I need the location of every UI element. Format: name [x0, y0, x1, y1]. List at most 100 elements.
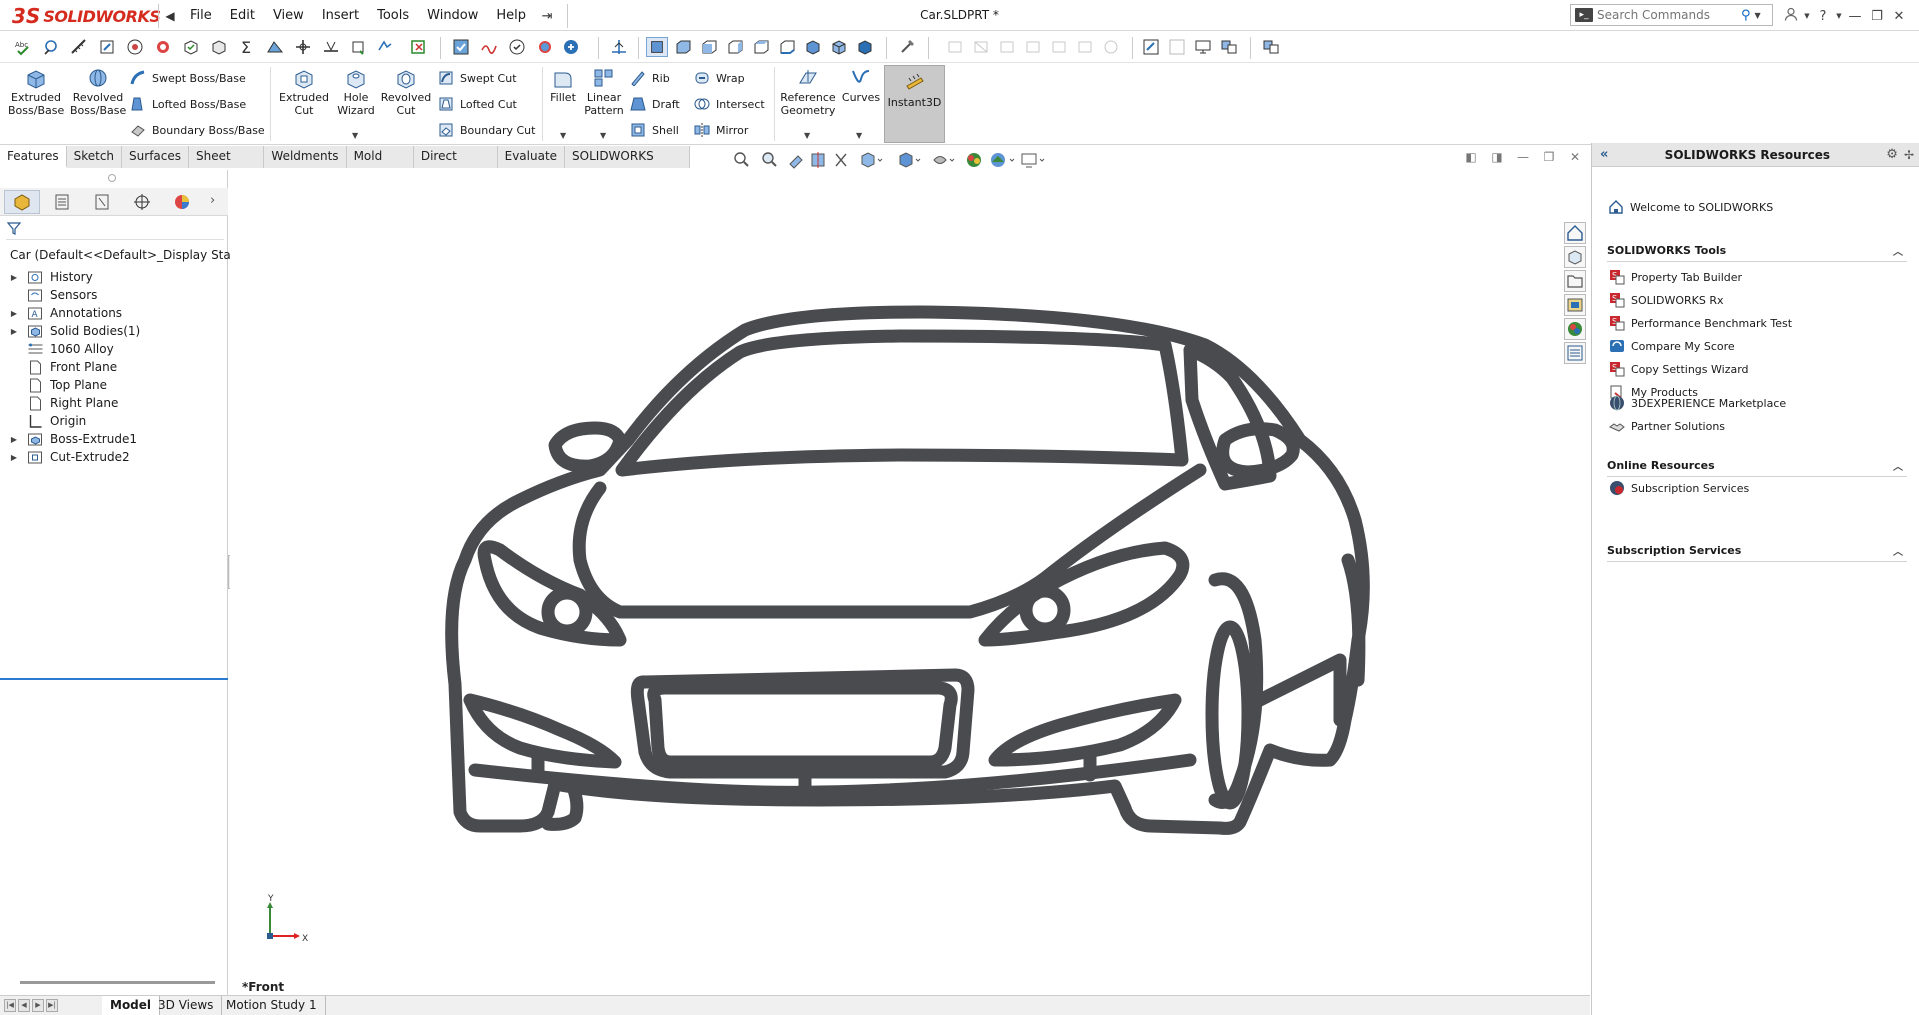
tree-root-part[interactable]: Car (Default<<Default>_Display State: [0, 244, 243, 266]
rib-button[interactable]: Rib: [630, 68, 670, 88]
view-right-icon[interactable]: [752, 38, 770, 56]
section-online-resources[interactable]: Online Resources ︿: [1607, 455, 1907, 477]
view-isometric-icon[interactable]: [830, 38, 848, 56]
lofted-boss-base-button[interactable]: Lofted Boss/Base: [130, 94, 246, 114]
graphics-area[interactable]: Y X: [230, 170, 1590, 1000]
reference-point-icon[interactable]: [610, 38, 628, 56]
revolved-cut-button[interactable]: Revolved Cut: [378, 67, 434, 117]
resource-link-3dexperience-marketplace[interactable]: 3DEXPERIENCE Marketplace: [1609, 393, 1786, 413]
tab-weldments[interactable]: Weldments: [264, 146, 347, 168]
tab-dimxpert-manager[interactable]: [124, 190, 160, 214]
settings-gear-icon[interactable]: ⚙: [1886, 147, 1898, 162]
expand-arrow-icon[interactable]: ▶: [8, 309, 20, 318]
tab-evaluate[interactable]: Evaluate: [497, 146, 566, 168]
car-model-drawing[interactable]: [230, 170, 1590, 1000]
sensor-icon[interactable]: [154, 38, 172, 56]
menu-edit[interactable]: Edit: [221, 4, 264, 28]
section-collapse-icon[interactable]: ︿: [1893, 543, 1903, 558]
next-tab-arrow-icon[interactable]: ▶: [32, 999, 44, 1012]
user-dropdown-icon[interactable]: ▼: [1802, 12, 1812, 20]
search-icon[interactable]: ⚲: [1741, 8, 1751, 23]
help-icon[interactable]: ?: [1812, 9, 1834, 24]
tab-mold-tools[interactable]: Mold Tools: [346, 146, 414, 184]
search-dropdown-icon[interactable]: ▼: [1755, 11, 1761, 20]
parting-line-analysis-icon[interactable]: [322, 38, 340, 56]
linear-pattern-button[interactable]: Linear Pattern: [584, 67, 624, 117]
undercut-analysis-icon[interactable]: [294, 38, 312, 56]
zebra-stripes-icon[interactable]: [508, 38, 526, 56]
display-screen-icon[interactable]: [1194, 38, 1212, 56]
deviation-analysis-icon[interactable]: [480, 38, 498, 56]
document-minimize-icon[interactable]: —: [1510, 150, 1536, 164]
edit-appearance-icon[interactable]: [967, 153, 981, 167]
thickness-analysis-icon[interactable]: [376, 38, 394, 56]
compare-documents-icon[interactable]: [410, 38, 428, 56]
tab-custom-properties[interactable]: [1564, 342, 1586, 364]
extruded-cut-button[interactable]: Extruded Cut: [276, 67, 332, 117]
menu-view[interactable]: View: [264, 4, 313, 28]
arrange-icon[interactable]: [1236, 38, 1254, 56]
pin-panel-icon[interactable]: ✢: [1904, 148, 1914, 162]
reference-geometry-button[interactable]: Reference Geometry: [778, 67, 838, 117]
tab-features[interactable]: Features: [0, 146, 67, 168]
tab-design-library[interactable]: [1564, 246, 1586, 268]
pattern-dropdown-icon[interactable]: ▼: [600, 131, 606, 140]
expand-arrow-icon[interactable]: ▶: [8, 453, 20, 462]
tab-motion-study-1[interactable]: Motion Study 1: [218, 996, 326, 1015]
hole-wizard-dropdown-icon[interactable]: ▼: [352, 131, 358, 140]
tab-appearances[interactable]: [1564, 318, 1586, 340]
mass-properties-icon[interactable]: [98, 38, 116, 56]
curves-button[interactable]: Curves: [840, 67, 882, 104]
close-icon[interactable]: ✕: [1888, 9, 1910, 24]
draft-analysis-icon[interactable]: [266, 38, 284, 56]
view-bottom-icon[interactable]: [804, 38, 822, 56]
view-left-icon[interactable]: [726, 38, 744, 56]
section-view-icon[interactable]: [811, 152, 825, 168]
tab-file-explorer[interactable]: [1564, 270, 1586, 292]
view-front-icon[interactable]: [674, 38, 692, 56]
curves-dropdown-icon[interactable]: ▼: [856, 131, 862, 140]
tab-property-manager[interactable]: [44, 190, 80, 214]
menu-window[interactable]: Window: [418, 4, 487, 28]
previous-view-icon[interactable]: [789, 155, 803, 169]
search-input[interactable]: [1597, 8, 1737, 22]
view-orientation-icon[interactable]: [861, 152, 883, 168]
normal-to-view-icon[interactable]: [646, 37, 668, 57]
section-collapse-icon[interactable]: ︿: [1893, 458, 1903, 473]
expand-arrow-icon[interactable]: ▶: [8, 435, 20, 444]
menu-tools[interactable]: Tools: [368, 4, 418, 28]
draft-button[interactable]: Draft: [630, 94, 680, 114]
first-tab-arrow-icon[interactable]: |◀: [4, 999, 16, 1012]
menu-insert[interactable]: Insert: [313, 4, 368, 28]
last-tab-arrow-icon[interactable]: ▶|: [46, 999, 58, 1012]
reference-geometry-dropdown-icon[interactable]: ▼: [804, 131, 810, 140]
revolved-boss-base-button[interactable]: Revolved Boss/Base: [70, 67, 126, 117]
view-back-icon[interactable]: [700, 38, 718, 56]
resource-link-subscription-services[interactable]: Subscription Services: [1609, 478, 1749, 498]
next-document-icon[interactable]: ◨: [1484, 150, 1510, 164]
fillet-dropdown-icon[interactable]: ▼: [560, 131, 566, 140]
tab-feature-tree[interactable]: [4, 190, 40, 214]
intersect-button[interactable]: Intersect: [694, 94, 765, 114]
tab-solidworks-add-ins[interactable]: SOLIDWORKS Add-Ins: [565, 146, 690, 184]
resource-link-property-tab-builder[interactable]: S Property Tab Builder: [1609, 267, 1742, 287]
section-solidworks-tools[interactable]: SOLIDWORKS Tools ︿: [1607, 240, 1907, 262]
restore-icon[interactable]: ❐: [1866, 9, 1888, 24]
menu-collapse-arrow-icon[interactable]: ◀: [159, 9, 181, 23]
equations-icon[interactable]: Σ: [238, 38, 256, 56]
menu-file[interactable]: File: [181, 4, 221, 28]
dynamic-annotation-icon[interactable]: [835, 153, 847, 167]
tree-horizontal-scrollbar[interactable]: [20, 981, 215, 984]
search-commands-box[interactable]: ▸_ ⚲ ▼: [1570, 4, 1773, 26]
view-settings-icon[interactable]: [1021, 153, 1045, 168]
smart-dimension-icon[interactable]: [42, 38, 60, 56]
zoom-to-area-icon[interactable]: [762, 152, 777, 167]
geometry-analysis-icon[interactable]: [210, 38, 228, 56]
dimetric-view-icon[interactable]: [898, 38, 916, 56]
window-tile-icon[interactable]: [1262, 38, 1280, 56]
spelling-check-icon[interactable]: Abc: [14, 38, 32, 56]
section-properties-icon[interactable]: [126, 38, 144, 56]
display-style-icon[interactable]: [899, 152, 921, 168]
fillet-button[interactable]: Fillet: [546, 67, 580, 104]
wrap-button[interactable]: Wrap: [694, 68, 745, 88]
